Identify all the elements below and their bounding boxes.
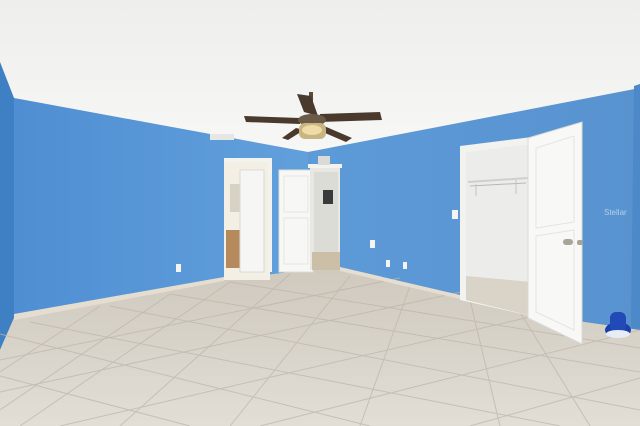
- closet-door-knob[interactable]: [563, 239, 573, 245]
- ceiling-vent: [210, 134, 234, 140]
- hall-wall-decor: [323, 190, 333, 204]
- wall-outlet: [386, 260, 390, 267]
- wall-outlet: [176, 264, 181, 272]
- bathroom-door[interactable]: [239, 169, 265, 273]
- left-side-wall: [0, 62, 14, 350]
- hall-floor: [312, 252, 340, 270]
- wall-switch: [370, 240, 375, 248]
- bathroom-door-frame: [224, 158, 272, 162]
- wall-switch: [452, 210, 458, 219]
- closet-interior: [466, 144, 532, 282]
- watermark: Stellar: [604, 208, 627, 217]
- ceiling-vent: [318, 156, 330, 165]
- wall-outlet: [403, 262, 407, 269]
- bedroom-photo: [0, 0, 640, 426]
